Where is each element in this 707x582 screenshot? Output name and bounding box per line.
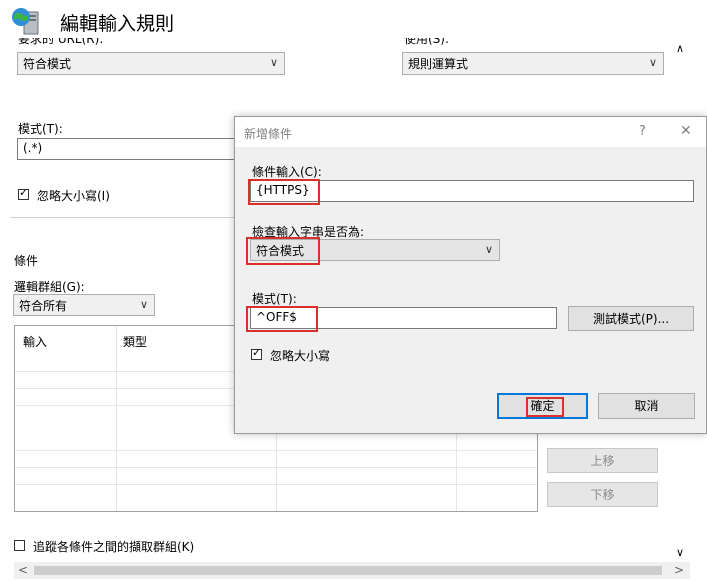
move-up-button[interactable]: 上移 — [547, 448, 658, 473]
help-icon[interactable]: ? — [639, 124, 646, 139]
horizontal-scrollbar[interactable]: < > — [14, 562, 690, 579]
row-line — [15, 484, 537, 485]
pattern-input[interactable]: (.*) — [17, 138, 237, 160]
window-title: 編輯輸入規則 — [60, 13, 175, 35]
ignore-case-checkbox[interactable]: ✓ — [18, 186, 29, 200]
dialog-ignore-case-label: 忽略大小寫 — [270, 349, 331, 363]
using-label: 使用(S): — [404, 38, 450, 46]
chevron-down-icon: ∨ — [484, 243, 493, 256]
row-line — [15, 450, 537, 451]
test-pattern-button[interactable]: 測試模式(P)... — [568, 306, 694, 331]
scroll-down-arrow-icon[interactable]: ∨ — [676, 546, 684, 559]
chevron-down-icon: ∨ — [269, 56, 278, 69]
window-title-bar: 編輯輸入規則 — [0, 0, 707, 38]
requested-url-value: 符合模式 — [23, 57, 72, 71]
highlight-box — [246, 237, 320, 265]
checkmark-icon: ✓ — [252, 346, 262, 359]
scroll-right-arrow-icon[interactable]: > — [674, 563, 684, 577]
close-icon[interactable]: ✕ — [680, 123, 692, 139]
using-value: 規則運算式 — [408, 57, 469, 71]
dialog-ignore-case-checkbox[interactable]: ✓ — [251, 346, 262, 360]
highlight-box — [248, 179, 320, 205]
row-line — [15, 371, 235, 372]
logical-group-value: 符合所有 — [19, 299, 68, 313]
cancel-button[interactable]: 取消 — [598, 393, 695, 419]
column-header-input[interactable]: 輸入 — [23, 333, 47, 350]
ignore-case-label: 忽略大小寫(I) — [37, 189, 110, 203]
logical-group-label: 邏輯群組(G): — [14, 280, 85, 294]
dialog-pattern-label: 模式(T): — [252, 292, 297, 306]
condition-input-label: 條件輸入(C): — [252, 165, 322, 179]
conditions-section-title: 條件 — [14, 254, 39, 268]
pattern-value: (.*) — [23, 141, 43, 155]
scroll-thumb[interactable] — [34, 566, 662, 575]
move-down-button[interactable]: 下移 — [547, 482, 658, 507]
globe-server-icon — [12, 8, 39, 35]
column-divider — [276, 433, 277, 511]
requested-url-label: 要求的 URL(R): — [18, 38, 104, 46]
row-line — [15, 388, 235, 389]
add-condition-dialog: 新增條件 ? ✕ 條件輸入(C): {HTTPS} 檢查輸入字串是否為: 符合模… — [234, 116, 707, 434]
checkmark-icon: ✓ — [19, 186, 29, 199]
track-groups-checkbox[interactable] — [14, 540, 25, 551]
logical-group-select[interactable]: 符合所有 ∨ — [13, 294, 155, 316]
section-divider — [10, 217, 235, 218]
scroll-left-arrow-icon[interactable]: < — [18, 563, 28, 577]
highlight-box — [246, 306, 318, 332]
column-header-type[interactable]: 類型 — [123, 333, 147, 350]
highlight-box — [526, 397, 564, 417]
column-divider — [456, 433, 457, 511]
pattern-label: 模式(T): — [18, 122, 63, 136]
requested-url-select[interactable]: 符合模式 ∨ — [17, 52, 285, 75]
chevron-down-icon: ∨ — [139, 298, 148, 311]
scroll-up-arrow-icon[interactable]: ∧ — [676, 42, 684, 55]
track-groups-label: 追蹤各條件之間的擷取群組(K) — [33, 540, 195, 554]
dialog-title-bar: 新增條件 ? ✕ — [235, 117, 706, 147]
dialog-title: 新增條件 — [244, 127, 293, 141]
row-line — [15, 467, 537, 468]
chevron-down-icon: ∨ — [648, 56, 657, 69]
using-select[interactable]: 規則運算式 ∨ — [402, 52, 664, 75]
row-line — [15, 405, 235, 406]
